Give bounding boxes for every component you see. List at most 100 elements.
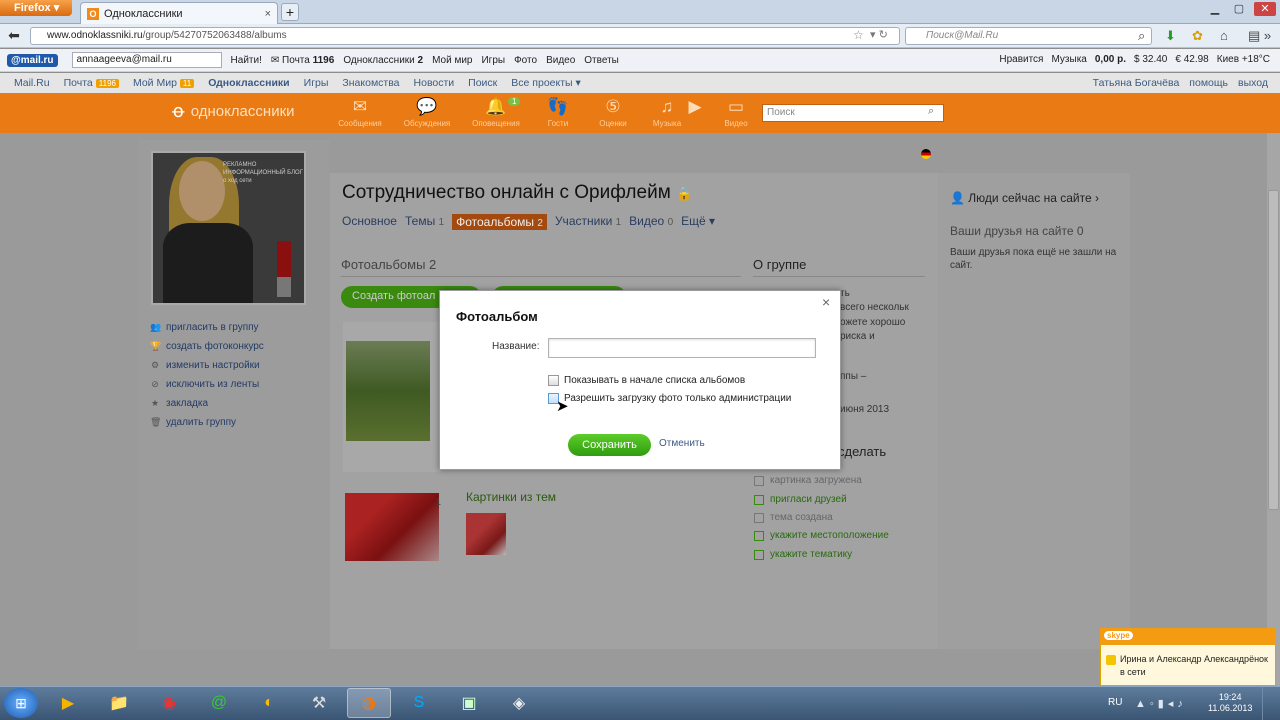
url-bar[interactable]: www.odnoklassniki.ru/group/5427075206348… xyxy=(30,27,900,45)
todo-item[interactable]: пригласи друзей xyxy=(754,494,847,505)
help-link[interactable]: помощь xyxy=(1189,77,1228,89)
tab-video-count: 0 xyxy=(667,217,674,228)
album-thumbnail-landscape[interactable] xyxy=(346,341,430,441)
novosti-link[interactable]: Новости xyxy=(414,77,455,89)
nav-messages[interactable]: ✉ Сообщения xyxy=(330,97,390,129)
topic-pictures-album-title[interactable]: Картинки из тем xyxy=(466,490,556,504)
world-link[interactable]: Мой мир xyxy=(432,55,472,66)
nav-discussions[interactable]: 💬 Обсуждения xyxy=(397,97,457,129)
poisk-link[interactable]: Поиск xyxy=(468,77,497,89)
tab-video[interactable]: Видео 0 xyxy=(629,214,673,230)
video-link[interactable]: Видео xyxy=(546,55,575,66)
show-desktop-button[interactable] xyxy=(1262,687,1280,720)
album-name-input[interactable] xyxy=(548,338,816,358)
moymir-link[interactable]: Мой Мир 11 xyxy=(133,77,195,89)
addon-icon[interactable]: ✿ xyxy=(1192,28,1203,44)
start-button[interactable]: ⊞ xyxy=(4,688,38,718)
mail-agent-icon[interactable]: @ xyxy=(197,688,241,718)
maximize-icon[interactable]: ▢ xyxy=(1230,2,1248,16)
cancel-link[interactable]: Отменить xyxy=(659,438,705,449)
download-icon[interactable]: ⬇ xyxy=(1165,28,1176,44)
nav-video-label: Видео xyxy=(724,119,748,128)
admin-only-option[interactable]: Разрешить загрузку фото только администр… xyxy=(548,393,791,404)
browser-tab[interactable]: О Одноклассники × xyxy=(80,2,278,24)
minimize-icon[interactable]: ▁ xyxy=(1206,2,1224,16)
back-arrow-icon[interactable]: ⬅ xyxy=(4,27,24,45)
bookmark-star-icon[interactable]: ☆ xyxy=(853,28,864,42)
show-first-option[interactable]: Показывать в начале списка альбомов xyxy=(548,375,745,386)
igry-link[interactable]: Игры xyxy=(304,77,329,89)
play-icon[interactable]: ▶ xyxy=(685,97,705,117)
menu-bookmark[interactable]: ★ закладка xyxy=(150,394,330,413)
znakomstva-link[interactable]: Знакомства xyxy=(342,77,399,89)
nav-ratings[interactable]: ⑤ Оценки xyxy=(583,97,643,129)
exit-link[interactable]: выход xyxy=(1238,77,1268,89)
likes-link[interactable]: Нравится xyxy=(999,54,1043,65)
system-tray-icons[interactable]: ▲◦▮◂♪ xyxy=(1135,697,1187,710)
show-first-checkbox[interactable] xyxy=(548,375,559,386)
skype-taskbar-icon[interactable]: S xyxy=(397,688,441,718)
menu-delete-group[interactable]: 🗑 удалить группу xyxy=(150,413,330,432)
games-link[interactable]: Игры xyxy=(481,55,505,66)
tab-members[interactable]: Участники 1 xyxy=(555,214,621,230)
answers-link[interactable]: Ответы xyxy=(584,55,619,66)
mailru-link[interactable]: Mail.Ru xyxy=(14,77,50,89)
clock[interactable]: 19:24 11.06.2013 xyxy=(1208,692,1252,714)
menu-settings[interactable]: ⚙ изменить настройки xyxy=(150,356,330,375)
menu-invite[interactable]: 👥 пригласить в группу xyxy=(150,318,330,337)
tab-topics[interactable]: Темы 1 xyxy=(405,214,444,230)
new-tab-button[interactable]: + xyxy=(281,3,299,21)
todo-item[interactable]: укажите тематику xyxy=(754,549,852,560)
todo-item[interactable]: укажите местоположение xyxy=(754,530,889,541)
mailru-logo[interactable]: @mail.ru xyxy=(7,53,58,67)
folder-icon[interactable]: 📁 xyxy=(97,688,141,718)
photo-link[interactable]: Фото xyxy=(514,55,537,66)
menu-exclude-feed[interactable]: ⊘ исключить из ленты xyxy=(150,375,330,394)
tab-photo-albums[interactable]: Фотоальбомы 2 xyxy=(452,214,547,230)
topic-picture-thumbnail[interactable] xyxy=(466,513,506,555)
skype-message[interactable]: Ирина и Александр Александрёнок в сети xyxy=(1106,653,1268,679)
browser-search-input[interactable]: Поиск@Mail.Ru xyxy=(905,27,1152,45)
ok-link[interactable]: Одноклассники 2 xyxy=(343,55,423,66)
language-flag-icon[interactable] xyxy=(921,149,931,159)
chrome-icon[interactable]: ◉ xyxy=(147,688,191,718)
ok-logo[interactable]: ꝋ одноклассники xyxy=(172,101,295,122)
people-online-link[interactable]: 👤 Люди сейчас на сайте › xyxy=(950,191,1099,205)
find-button[interactable]: Найти! xyxy=(231,55,262,66)
app-icon[interactable]: ◐ xyxy=(247,688,291,718)
video-app-icon[interactable]: ▣ xyxy=(447,688,491,718)
search-icon[interactable]: ⌕ xyxy=(1138,28,1145,44)
tool-icon[interactable]: ⚒ xyxy=(297,688,341,718)
pochta-link[interactable]: Почта 1196 xyxy=(64,77,119,89)
mailru-user-field[interactable]: annaageeva@mail.ru xyxy=(71,52,222,68)
save-button[interactable]: Сохранить xyxy=(568,434,651,456)
home-icon[interactable]: ⌂ xyxy=(1220,28,1228,43)
menu-photo-contest[interactable]: 🏆 создать фотоконкурс xyxy=(150,337,330,356)
ok-search-input[interactable]: Поиск xyxy=(762,104,944,122)
music-link[interactable]: Музыка xyxy=(1051,54,1086,65)
group-avatar[interactable]: РЕКЛАМНО ИНФОРМАЦИОННЫЙ БЛОГ о ход сети xyxy=(151,151,306,305)
firefox-menu-button[interactable]: Firefox ▾ xyxy=(0,0,72,16)
menu-icon[interactable]: ▤ » xyxy=(1248,28,1271,44)
tab-close-icon[interactable]: × xyxy=(265,8,271,20)
firefox-taskbar-icon[interactable]: ◍ xyxy=(347,688,391,718)
nav-guests[interactable]: 👣 Гости xyxy=(528,97,588,129)
todo-item[interactable]: картинка загружена xyxy=(754,475,862,486)
close-window-icon[interactable]: ✕ xyxy=(1254,2,1276,16)
all-projects-link[interactable]: Все проекты ▾ xyxy=(511,77,580,89)
current-user-name[interactable]: Татьяна Богачёва xyxy=(1093,77,1180,89)
ok-search-icon[interactable]: ⌕ xyxy=(928,105,934,118)
dialog-close-icon[interactable]: × xyxy=(822,294,830,310)
ok-portal-link[interactable]: Одноклассники xyxy=(208,77,289,89)
language-indicator[interactable]: RU xyxy=(1108,697,1122,708)
scrollbar-thumb[interactable] xyxy=(1268,190,1279,510)
mail-link[interactable]: ✉ Почта 1196 xyxy=(271,55,334,66)
tab-main[interactable]: Основное xyxy=(342,214,397,230)
reload-icon[interactable]: ▾ ↻ xyxy=(870,28,888,41)
todo-item[interactable]: тема создана xyxy=(754,512,833,523)
recorder-icon[interactable]: ◈ xyxy=(497,688,541,718)
tab-more[interactable]: Ещё ▾ xyxy=(681,214,715,230)
album-thumbnail-red-dress[interactable] xyxy=(345,493,439,561)
media-player-icon[interactable]: ▶ xyxy=(46,688,90,718)
nav-video[interactable]: ▭ Видео xyxy=(706,97,766,129)
